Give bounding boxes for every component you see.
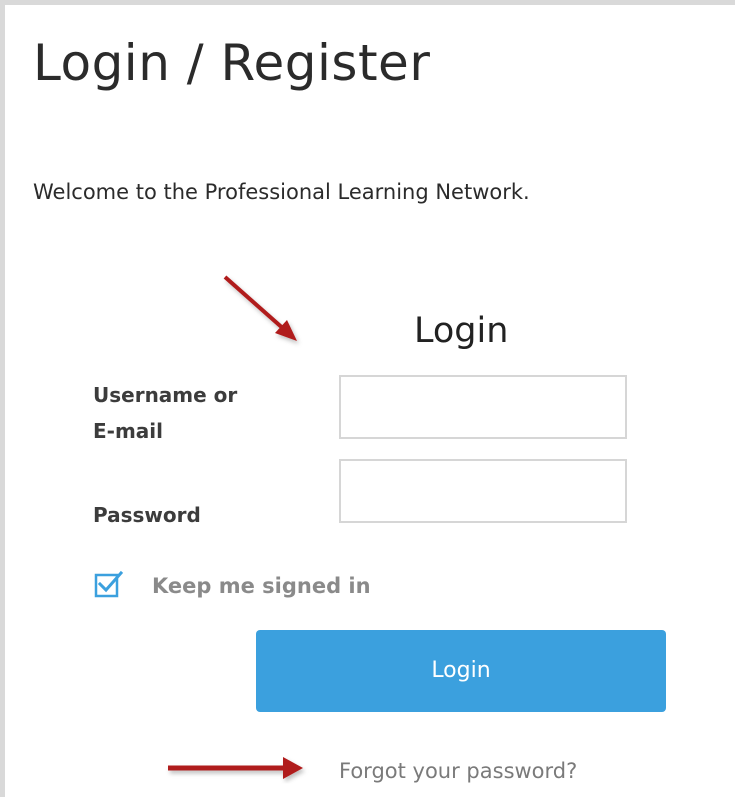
page-frame: Login / Register Welcome to the Professi… [0, 0, 735, 797]
welcome-message: Welcome to the Professional Learning Net… [33, 180, 530, 204]
username-input[interactable] [339, 375, 627, 439]
login-heading: Login [414, 311, 509, 351]
password-input[interactable] [339, 459, 627, 523]
login-button[interactable]: Login [256, 630, 666, 712]
keep-signed-in-label[interactable]: Keep me signed in [152, 571, 371, 601]
username-label-line1: Username or [93, 383, 238, 407]
username-label: Username or E-mail [93, 377, 293, 449]
password-label: Password [93, 503, 201, 527]
forgot-password-link[interactable]: Forgot your password? [339, 755, 577, 787]
keep-signed-in-checkbox[interactable] [94, 570, 124, 600]
username-label-line2: E-mail [93, 419, 164, 443]
page-title: Login / Register [33, 34, 431, 92]
